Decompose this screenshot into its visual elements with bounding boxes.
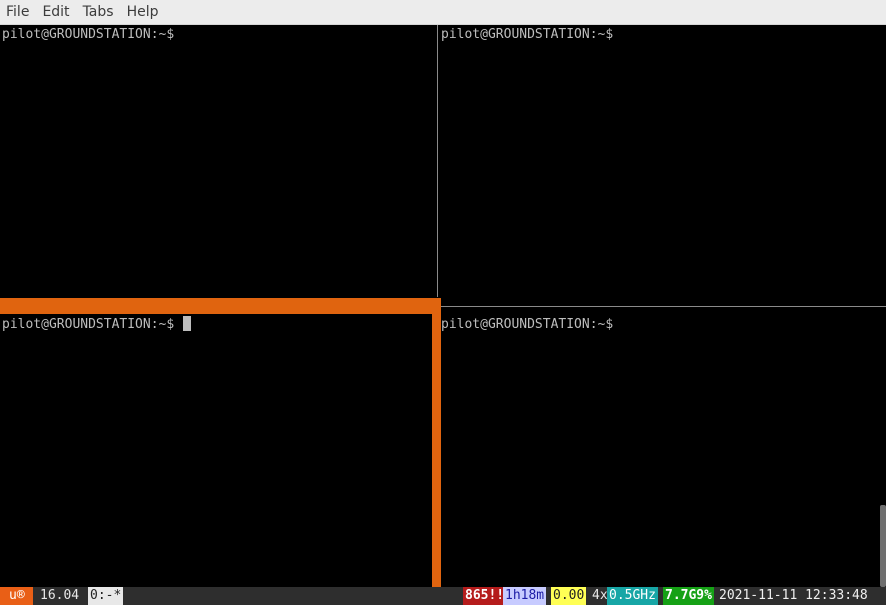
menu-tabs[interactable]: Tabs [83, 0, 114, 25]
text-cursor [183, 316, 192, 331]
shell-prompt: pilot@GROUNDSTATION:~$ [2, 27, 175, 42]
pane-divider-horizontal[interactable] [440, 306, 886, 307]
load-average: 0.00 [551, 587, 587, 605]
terminal-pane-bottom-left-active[interactable]: pilot@GROUNDSTATION:~$ [0, 315, 432, 587]
terminal-pane-top-left[interactable]: pilot@GROUNDSTATION:~$ [0, 25, 437, 297]
uptime-indicator: 1h18m [503, 587, 547, 605]
scrollbar-thumb[interactable] [880, 505, 886, 587]
ubuntu-logo-badge: u® [0, 587, 33, 605]
memory-usage: 7.7G9% [663, 587, 714, 605]
cpu-frequency: 0.5GHz [607, 587, 658, 605]
date-time: 2021-11-11 12:33:48 [719, 588, 868, 603]
tmux-status-bar: u® 16.04 0:-* 865!! 1h18m 0.00 4x 0.5GHz… [0, 587, 886, 605]
window-tab[interactable]: 0:-* [88, 587, 124, 605]
menu-help[interactable]: Help [127, 0, 159, 25]
active-pane-border-top [0, 298, 441, 314]
shell-prompt-text: pilot@GROUNDSTATION:~$ [2, 317, 183, 332]
menu-bar: File Edit Tabs Help [0, 0, 886, 25]
terminal-area[interactable]: pilot@GROUNDSTATION:~$ pilot@GROUNDSTATI… [0, 25, 886, 587]
shell-prompt: pilot@GROUNDSTATION:~$ [441, 27, 614, 42]
updates-badge: 865!! [463, 587, 507, 605]
shell-prompt: pilot@GROUNDSTATION:~$ [441, 317, 614, 332]
terminal-pane-top-right[interactable]: pilot@GROUNDSTATION:~$ [439, 25, 886, 305]
menu-file[interactable]: File [6, 0, 29, 25]
terminal-pane-bottom-right[interactable]: pilot@GROUNDSTATION:~$ [439, 315, 875, 587]
cpu-count: 4x [592, 588, 608, 603]
menu-edit[interactable]: Edit [42, 0, 69, 25]
pane-divider-vertical[interactable] [437, 25, 438, 297]
release-version: 16.04 [40, 588, 80, 603]
shell-prompt-active: pilot@GROUNDSTATION:~$ [2, 316, 192, 333]
